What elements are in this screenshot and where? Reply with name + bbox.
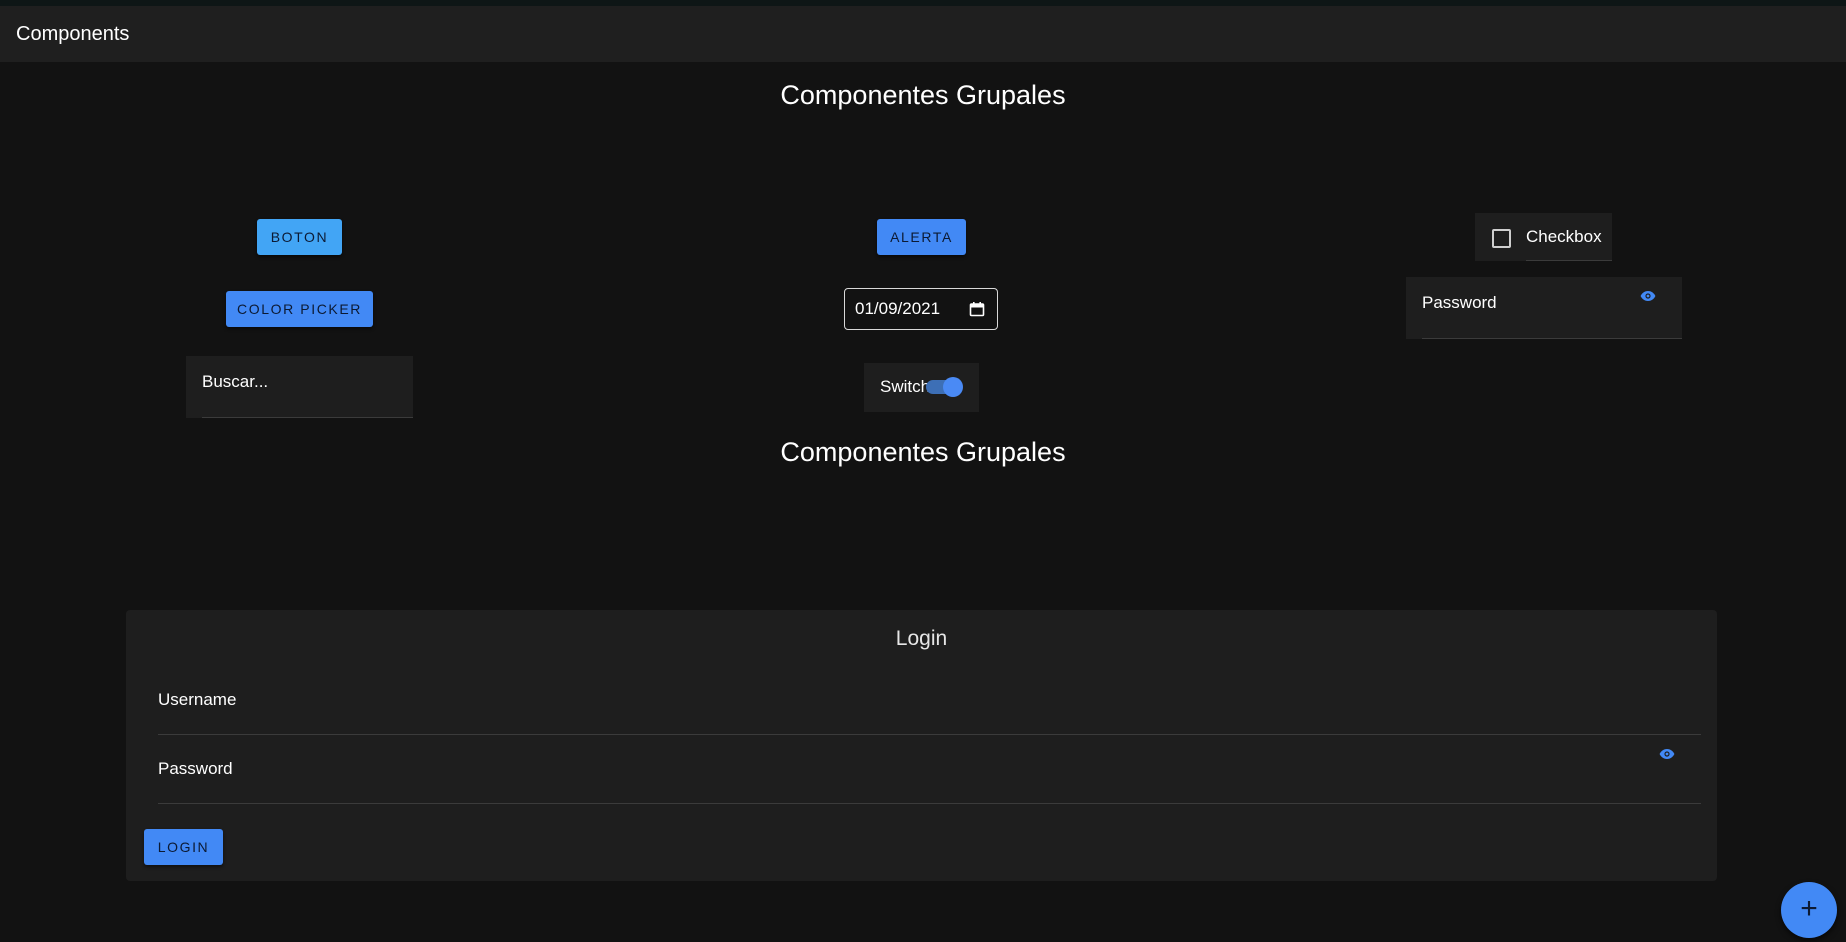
alerta-button[interactable]: Alerta xyxy=(877,219,966,255)
login-password-underline xyxy=(158,803,1701,804)
login-title: Login xyxy=(895,627,948,650)
login-password-label: Password xyxy=(158,759,233,778)
boton-button[interactable]: Boton xyxy=(257,219,342,255)
calendar-icon[interactable] xyxy=(969,301,985,317)
checkbox-label: Checkbox xyxy=(1526,227,1602,246)
username-label: Username xyxy=(158,690,237,709)
color-picker-button[interactable]: Color Picker xyxy=(226,291,373,327)
checkbox[interactable] xyxy=(1492,229,1511,248)
login-password-field[interactable]: Password xyxy=(142,741,1701,804)
section-heading-bottom: Componentes Grupales xyxy=(780,437,1066,467)
checkbox-underline xyxy=(1526,260,1612,261)
login-eye-icon[interactable] xyxy=(1659,748,1675,760)
login-button[interactable]: Login xyxy=(144,829,223,865)
section-heading-top: Componentes Grupales xyxy=(780,80,1066,110)
password-label-top: Password xyxy=(1422,293,1497,312)
search-label: Buscar... xyxy=(202,372,269,391)
toolbar-title: Components xyxy=(16,23,130,45)
add-fab-button[interactable]: + xyxy=(1781,882,1837,938)
password-underline-top xyxy=(1422,338,1682,339)
username-underline xyxy=(158,734,1701,735)
username-field[interactable]: Username xyxy=(142,672,1701,735)
search-underline xyxy=(202,417,413,418)
eye-icon[interactable] xyxy=(1640,290,1656,302)
search-field[interactable]: Buscar... xyxy=(186,356,413,418)
app-toolbar: Components xyxy=(0,6,1846,62)
switch-label: Switch xyxy=(880,377,931,396)
password-field-top[interactable]: Password xyxy=(1406,277,1682,339)
plus-icon: + xyxy=(1800,892,1818,925)
date-value: 01/09/2021 xyxy=(855,299,941,318)
date-input[interactable]: 01/09/2021 xyxy=(844,288,998,330)
switch-knob[interactable] xyxy=(943,377,963,397)
